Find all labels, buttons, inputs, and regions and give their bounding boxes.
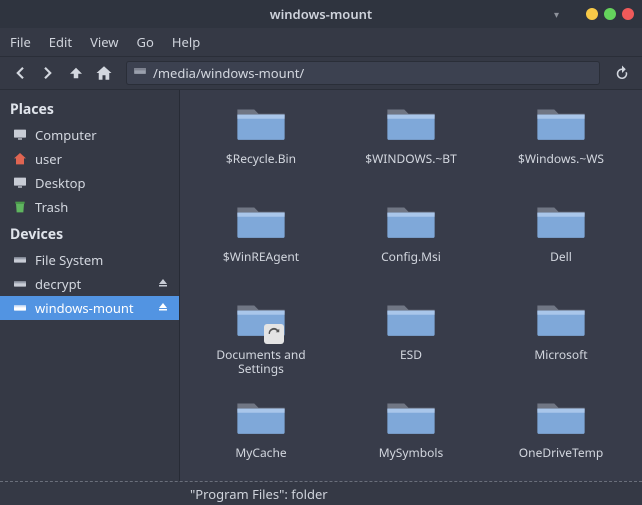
eject-icon[interactable]: [157, 299, 169, 317]
home-button[interactable]: [92, 61, 116, 85]
disk-icon: [12, 252, 28, 268]
folder-item[interactable]: MySymbols: [338, 396, 484, 481]
sidebar-place-item[interactable]: Trash: [0, 195, 179, 219]
close-button[interactable]: [622, 8, 634, 20]
window-controls: [586, 8, 634, 20]
monitor-icon: [12, 127, 28, 143]
folder-icon: [234, 298, 288, 344]
minimize-button[interactable]: [586, 8, 598, 20]
folder-label: $Windows.~WS: [518, 152, 604, 166]
sidebar-item-label: user: [35, 150, 62, 168]
up-button[interactable]: [64, 61, 88, 85]
folder-label: MyCache: [235, 446, 286, 460]
menu-go[interactable]: Go: [137, 33, 154, 51]
sidebar-place-item[interactable]: user: [0, 147, 179, 171]
folder-item[interactable]: MyCache: [188, 396, 334, 481]
path-text: /media/windows-mount/: [153, 64, 304, 82]
folder-item[interactable]: Config.Msi: [338, 200, 484, 292]
disk-icon: [12, 276, 28, 292]
folder-item[interactable]: $WinREAgent: [188, 200, 334, 292]
folder-icon: [234, 102, 288, 148]
folder-item[interactable]: Dell: [488, 200, 634, 292]
folder-item[interactable]: ESD: [338, 298, 484, 390]
folder-label: Microsoft: [534, 348, 587, 362]
forward-button[interactable]: [36, 61, 60, 85]
disk-icon: [12, 300, 28, 316]
folder-item[interactable]: Microsoft: [488, 298, 634, 390]
folder-item[interactable]: OneDriveTemp: [488, 396, 634, 481]
content-area[interactable]: $Recycle.Bin $WINDOWS.~BT $Windows.~WS $…: [180, 90, 642, 481]
refresh-button[interactable]: [610, 61, 634, 85]
statusbar: "Program Files": folder: [0, 481, 642, 505]
sidebar-device-item[interactable]: decrypt: [0, 272, 179, 296]
trash-icon: [12, 199, 28, 215]
eject-icon[interactable]: [157, 275, 169, 293]
folder-icon: [384, 200, 438, 246]
folder-icon: [384, 298, 438, 344]
folder-item[interactable]: Documents and Settings: [188, 298, 334, 390]
monitor-icon: [12, 175, 28, 191]
shortcut-badge-icon: [264, 324, 284, 344]
folder-item[interactable]: $Windows.~WS: [488, 102, 634, 194]
folder-icon: [534, 298, 588, 344]
menu-file[interactable]: File: [10, 33, 31, 51]
path-entry[interactable]: /media/windows-mount/: [126, 61, 600, 85]
sidebar-item-label: File System: [35, 251, 103, 269]
folder-icon: [384, 102, 438, 148]
sidebar-item-label: Trash: [35, 198, 68, 216]
path-disk-icon: [133, 64, 147, 82]
menu-edit[interactable]: Edit: [49, 33, 72, 51]
folder-label: MySymbols: [379, 446, 443, 460]
sidebar-device-item[interactable]: File System: [0, 248, 179, 272]
back-button[interactable]: [8, 61, 32, 85]
sidebar: Places ComputeruserDesktopTrash Devices …: [0, 90, 180, 481]
folder-item[interactable]: $WINDOWS.~BT: [338, 102, 484, 194]
folder-item[interactable]: $Recycle.Bin: [188, 102, 334, 194]
sidebar-section-places: Places: [0, 94, 179, 123]
sidebar-item-label: windows-mount: [35, 299, 134, 317]
titlebar: windows-mount ▾: [0, 0, 642, 28]
window-title: windows-mount: [270, 5, 372, 23]
sidebar-device-item[interactable]: windows-mount: [0, 296, 179, 320]
menubar: File Edit View Go Help: [0, 28, 642, 56]
menu-view[interactable]: View: [90, 33, 118, 51]
folder-icon: [534, 396, 588, 442]
sidebar-place-item[interactable]: Desktop: [0, 171, 179, 195]
status-text: "Program Files": folder: [190, 485, 328, 503]
folder-icon: [534, 102, 588, 148]
folder-label: $WinREAgent: [223, 250, 299, 264]
folder-label: Config.Msi: [381, 250, 441, 264]
titlebar-caret-icon: ▾: [554, 7, 559, 21]
sidebar-section-devices: Devices: [0, 219, 179, 248]
folder-label: ESD: [400, 348, 422, 362]
menu-help[interactable]: Help: [172, 33, 200, 51]
maximize-button[interactable]: [604, 8, 616, 20]
folder-icon: [534, 200, 588, 246]
sidebar-item-label: Computer: [35, 126, 97, 144]
folder-label: Documents and Settings: [201, 348, 321, 376]
folder-icon: [234, 200, 288, 246]
folder-label: Dell: [550, 250, 572, 264]
folder-icon: [384, 396, 438, 442]
folder-icon: [234, 396, 288, 442]
sidebar-place-item[interactable]: Computer: [0, 123, 179, 147]
sidebar-item-label: Desktop: [35, 174, 86, 192]
folder-label: $WINDOWS.~BT: [365, 152, 457, 166]
toolbar: /media/windows-mount/: [0, 56, 642, 90]
home-icon: [12, 151, 28, 167]
sidebar-item-label: decrypt: [35, 275, 81, 293]
folder-label: $Recycle.Bin: [226, 152, 296, 166]
folder-label: OneDriveTemp: [519, 446, 603, 460]
